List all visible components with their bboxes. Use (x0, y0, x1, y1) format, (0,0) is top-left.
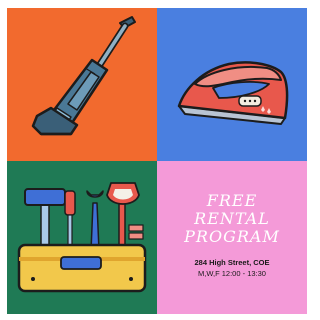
toolbox-tile (7, 161, 157, 314)
clothes-iron-icon (177, 61, 289, 125)
hours-text: M,W,F 12:00 - 13:30 (198, 269, 266, 278)
headline-line-1: FREE (206, 191, 258, 210)
toolbox-icon (17, 182, 147, 293)
iron-tile (157, 8, 307, 161)
headline-line-2: RENTAL (194, 209, 270, 228)
headline-line-3: PROGRAM (184, 227, 280, 246)
vacuum-tile (7, 8, 157, 161)
vacuum-cleaner-icon (31, 16, 136, 136)
rental-program-poster: FREE RENTAL PROGRAM 284 High Street, COE… (7, 8, 307, 314)
info-tile: FREE RENTAL PROGRAM 284 High Street, COE… (157, 161, 307, 314)
address-text: 284 High Street, COE (194, 258, 270, 267)
info-panel: FREE RENTAL PROGRAM 284 High Street, COE… (157, 161, 307, 314)
